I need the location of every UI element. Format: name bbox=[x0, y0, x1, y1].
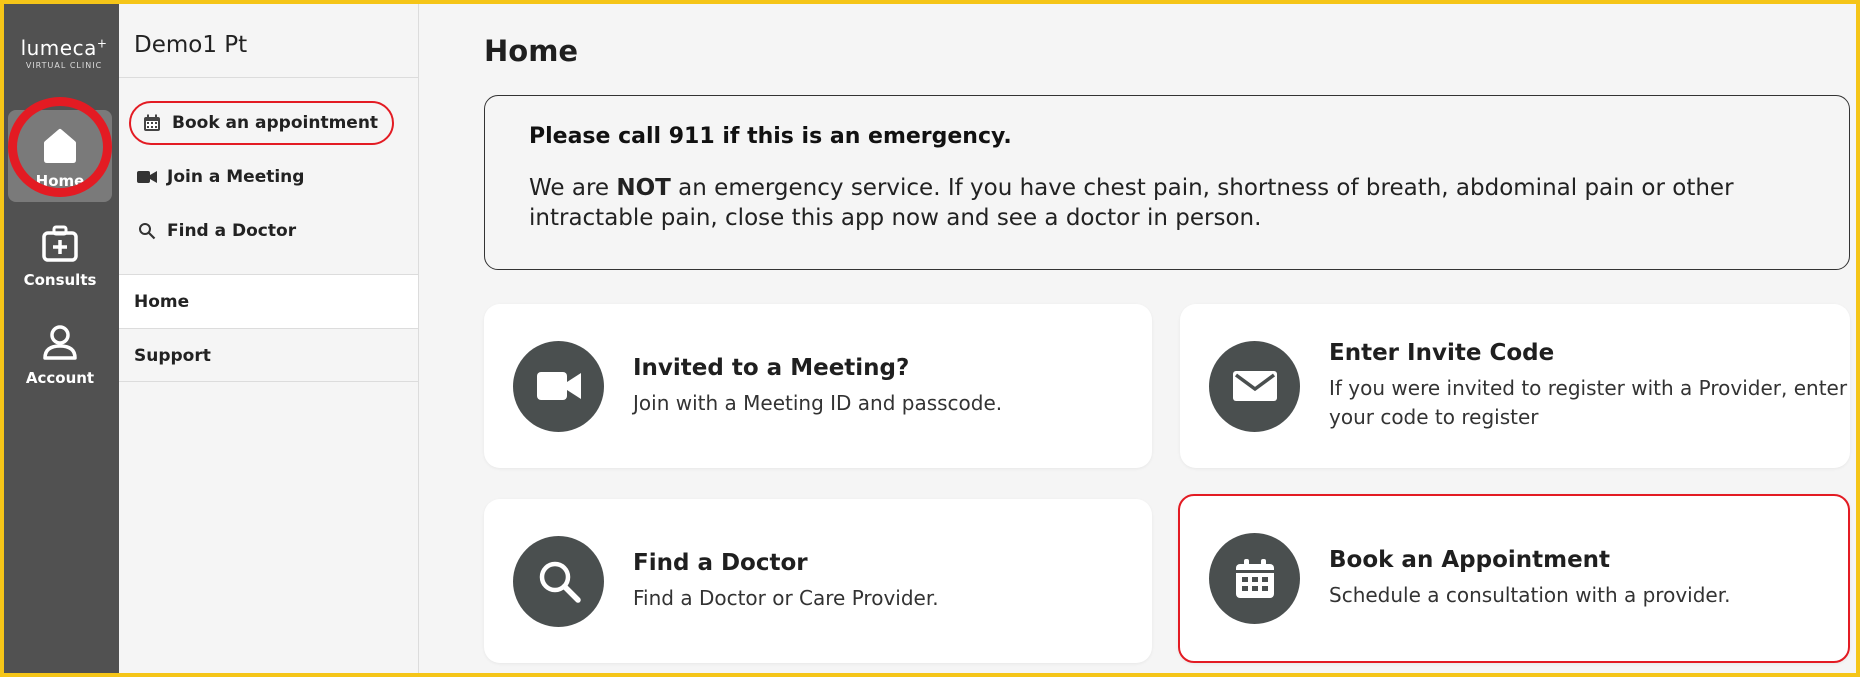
sidebar-link-label: Book an appointment bbox=[172, 113, 379, 133]
rail-item-account[interactable]: Account bbox=[8, 307, 112, 399]
main-content: Home Please call 911 if this is an emerg… bbox=[419, 4, 1856, 673]
sidebar-item-support[interactable]: Support bbox=[119, 328, 418, 382]
alert-body-bold: NOT bbox=[616, 175, 671, 201]
sidebar: Demo1 Pt Book an appointment Join a Meet… bbox=[119, 4, 419, 673]
app-window: lumeca+ VIRTUAL CLINIC Home Consults Acc… bbox=[4, 4, 1856, 673]
envelope-icon bbox=[1209, 340, 1300, 432]
user-icon bbox=[37, 319, 83, 365]
sidebar-link-find-doctor[interactable]: Find a Doctor bbox=[137, 221, 296, 241]
card-title: Enter Invite Code bbox=[1329, 340, 1555, 366]
calendar-icon bbox=[142, 113, 162, 133]
card-title: Invited to a Meeting? bbox=[633, 354, 910, 381]
sidebar-link-label: Find a Doctor bbox=[167, 221, 297, 241]
calendar-icon bbox=[1209, 533, 1300, 624]
medical-kit-icon bbox=[37, 221, 83, 267]
sidebar-link-book-appointment[interactable]: Book an appointment bbox=[129, 101, 395, 145]
lumeca-logo[interactable]: lumeca+ VIRTUAL CLINIC bbox=[19, 36, 109, 70]
logo-subtitle: VIRTUAL CLINIC bbox=[25, 61, 103, 70]
search-icon bbox=[137, 221, 157, 241]
card-description: Schedule a consultation with a provider. bbox=[1329, 583, 1731, 607]
alert-title: Please call 911 if this is an emergency. bbox=[529, 124, 1012, 149]
video-camera-icon bbox=[513, 340, 604, 432]
alert-body-post: an emergency service. If you have chest … bbox=[529, 175, 1734, 231]
logo-text: lumeca bbox=[20, 36, 97, 60]
page-title: Home bbox=[484, 34, 579, 68]
rail-item-label: Account bbox=[25, 369, 95, 387]
alert-body: We are NOT an emergency service. If you … bbox=[529, 173, 1805, 233]
emergency-alert: Please call 911 if this is an emergency.… bbox=[484, 95, 1850, 270]
search-icon bbox=[513, 535, 604, 627]
sidebar-link-label: Join a Meeting bbox=[167, 167, 305, 187]
card-description: Find a Doctor or Care Provider. bbox=[633, 585, 939, 610]
card-enter-invite-code[interactable]: Enter Invite Code If you were invited to… bbox=[1180, 304, 1850, 468]
card-invited-to-meeting[interactable]: Invited to a Meeting? Join with a Meetin… bbox=[484, 304, 1152, 468]
rail-item-label: Consults bbox=[23, 271, 97, 289]
highlight-circle bbox=[8, 97, 112, 197]
card-description: Join with a Meeting ID and passcode. bbox=[633, 390, 1003, 415]
card-title: Find a Doctor bbox=[633, 549, 808, 576]
video-camera-icon bbox=[137, 167, 157, 187]
sidebar-link-join-meeting[interactable]: Join a Meeting bbox=[137, 167, 304, 187]
sidebar-item-home[interactable]: Home bbox=[119, 274, 418, 328]
card-book-appointment[interactable]: Book an Appointment Schedule a consultat… bbox=[1178, 494, 1850, 663]
card-find-doctor[interactable]: Find a Doctor Find a Doctor or Care Prov… bbox=[484, 499, 1152, 663]
user-name: Demo1 Pt bbox=[119, 4, 418, 78]
card-title: Book an Appointment bbox=[1329, 547, 1611, 573]
alert-body-pre: We are bbox=[529, 175, 617, 201]
logo-plus: + bbox=[96, 36, 108, 51]
card-description: If you were invited to register with a P… bbox=[1329, 376, 1848, 429]
icon-rail: lumeca+ VIRTUAL CLINIC Home Consults Acc… bbox=[4, 4, 119, 673]
rail-item-consults[interactable]: Consults bbox=[8, 209, 112, 301]
